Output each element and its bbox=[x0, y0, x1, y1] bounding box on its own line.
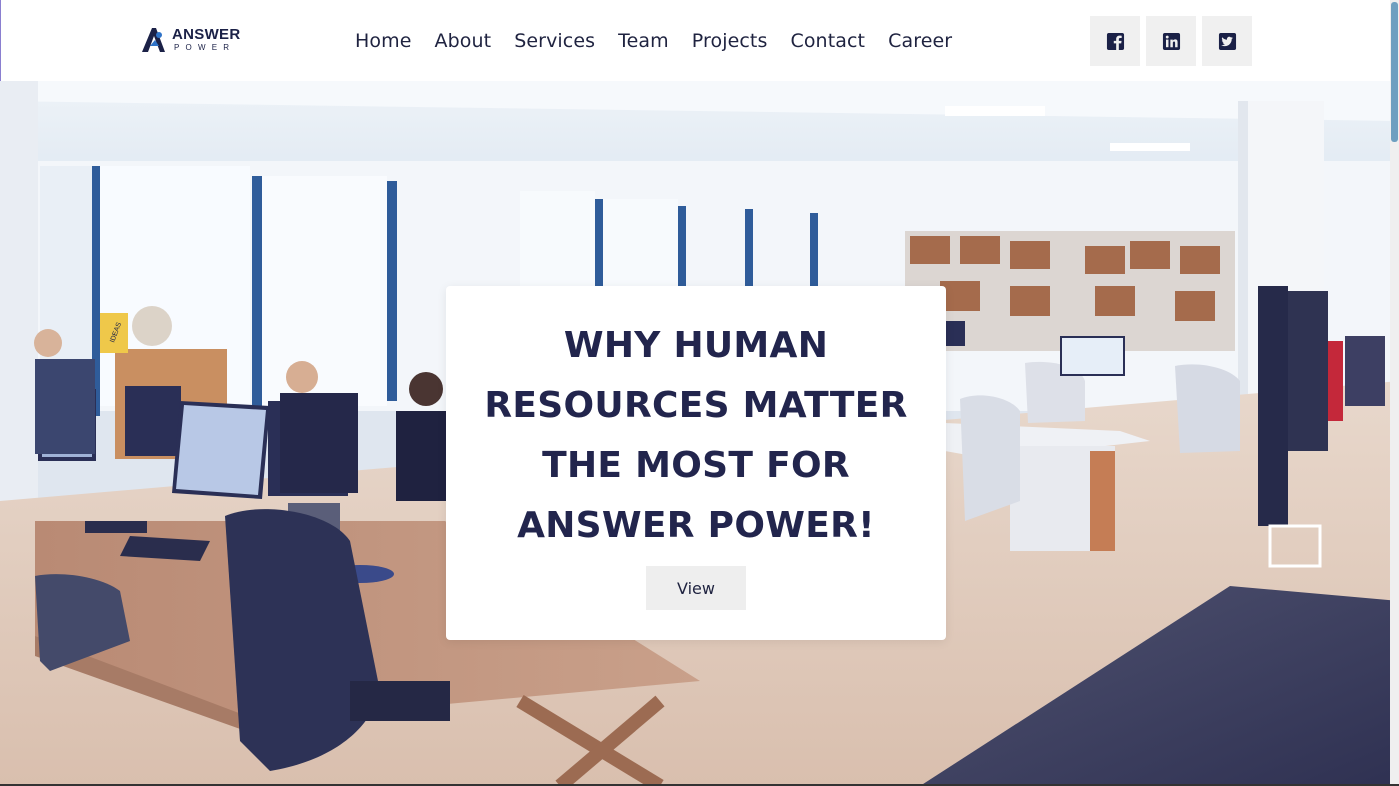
nav-projects[interactable]: Projects bbox=[692, 28, 768, 54]
brand-name: ANSWER bbox=[172, 26, 241, 43]
social-links bbox=[1090, 16, 1252, 66]
brand-tagline: POWER bbox=[174, 43, 236, 52]
nav-team[interactable]: Team bbox=[618, 28, 669, 54]
main-nav: Home About Services Team Projects Contac… bbox=[355, 28, 952, 54]
linkedin-button[interactable] bbox=[1146, 16, 1196, 66]
answer-power-logo-icon bbox=[142, 28, 165, 52]
view-button[interactable]: View bbox=[646, 566, 746, 610]
hero-section: IDEAS WHY HUMAN RESOURCES MATTER THE MOS… bbox=[0, 81, 1399, 786]
nav-services[interactable]: Services bbox=[514, 28, 595, 54]
nav-about[interactable]: About bbox=[435, 28, 492, 54]
page-scrollbar[interactable] bbox=[1390, 0, 1399, 786]
brand-logo[interactable]: ANSWER POWER bbox=[140, 26, 250, 56]
nav-home[interactable]: Home bbox=[355, 28, 412, 54]
hero-title: WHY HUMAN RESOURCES MATTER THE MOST FOR … bbox=[484, 325, 908, 546]
hero-card: WHY HUMAN RESOURCES MATTER THE MOST FOR … bbox=[446, 286, 946, 640]
nav-contact[interactable]: Contact bbox=[790, 28, 865, 54]
facebook-icon bbox=[1106, 32, 1124, 50]
scrollbar-thumb[interactable] bbox=[1391, 2, 1398, 142]
nav-career[interactable]: Career bbox=[888, 28, 952, 54]
twitter-icon bbox=[1218, 32, 1236, 50]
site-header: ANSWER POWER Home About Services Team Pr… bbox=[0, 0, 1399, 81]
linkedin-icon bbox=[1162, 32, 1180, 50]
facebook-button[interactable] bbox=[1090, 16, 1140, 66]
twitter-button[interactable] bbox=[1202, 16, 1252, 66]
